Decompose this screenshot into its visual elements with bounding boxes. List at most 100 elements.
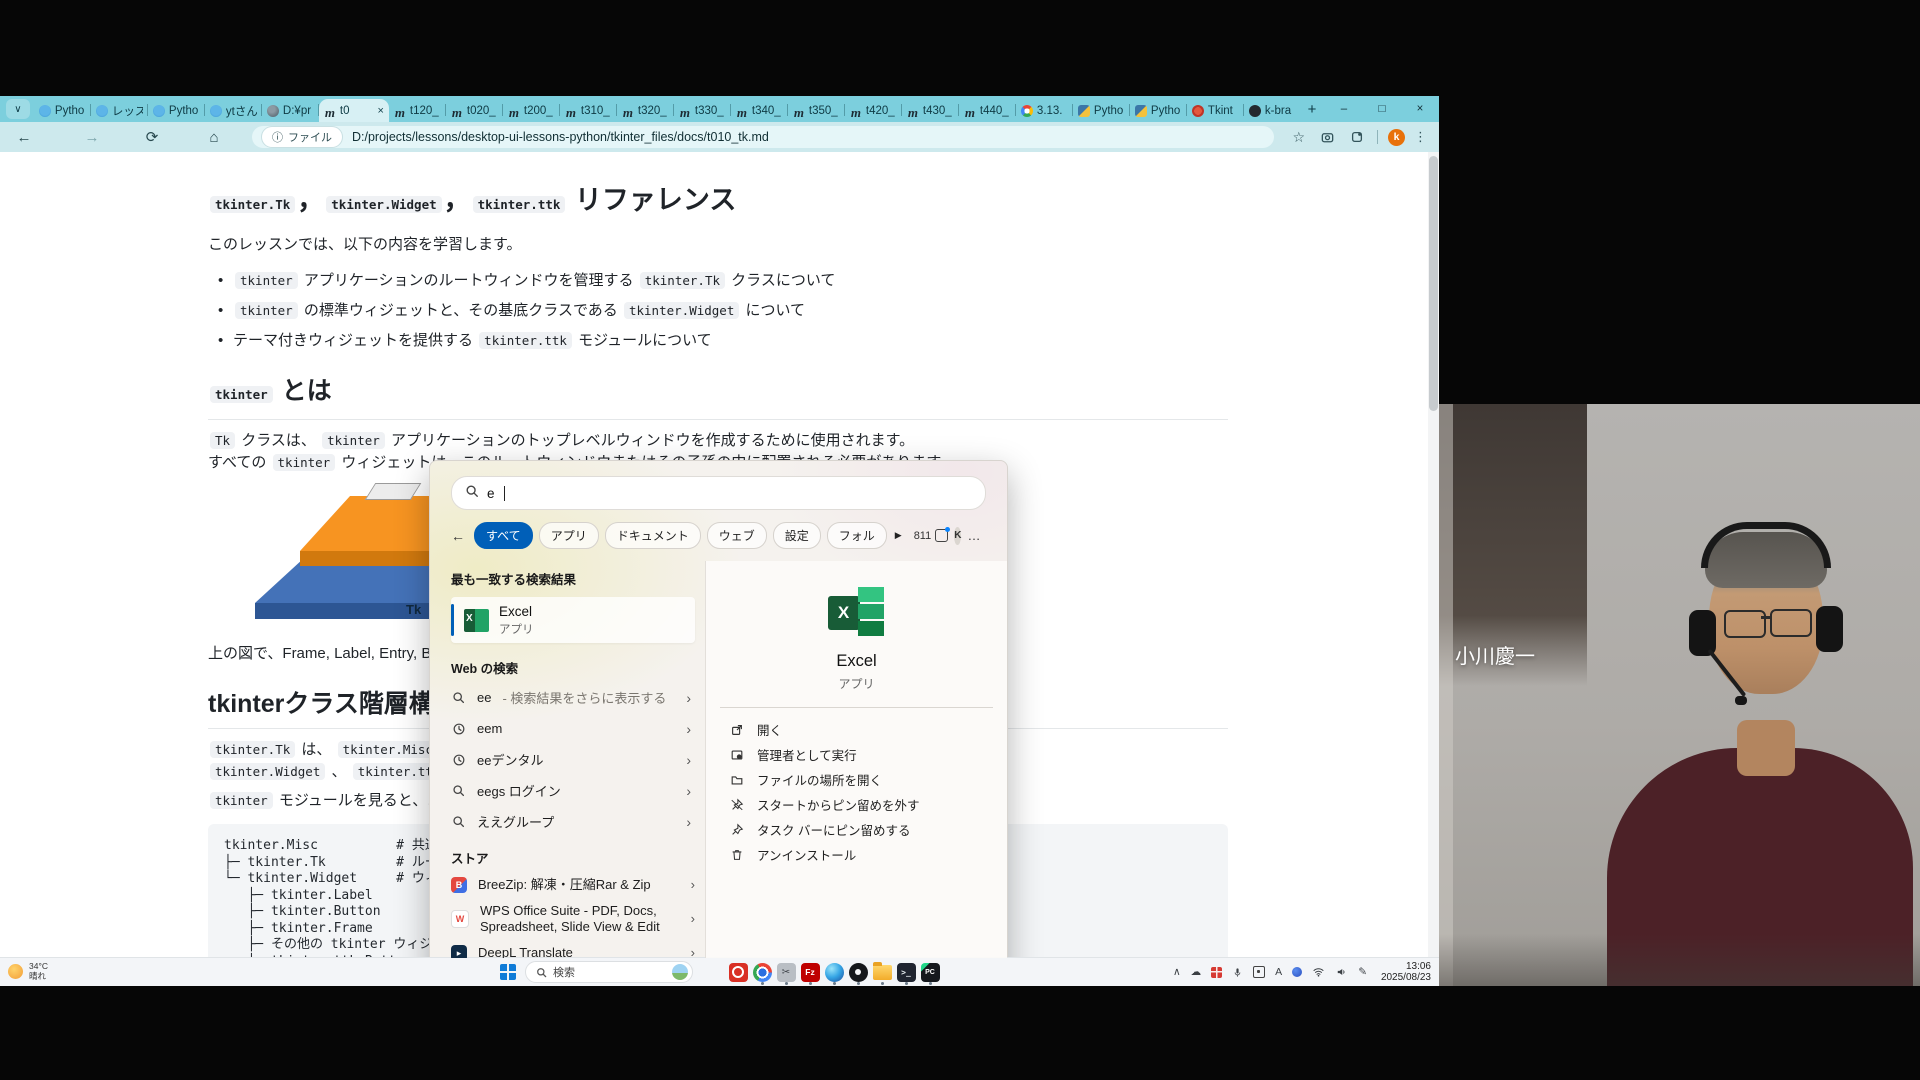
web-search-item[interactable]: ええグループ › [451,806,695,837]
store-item[interactable]: W WPS Office Suite - PDF, Docs, Spreadshe… [451,903,695,935]
filter-chip-設定[interactable]: 設定 [772,522,821,549]
browser-tab[interactable]: Pytho [1073,99,1130,122]
google-tab-icon [1020,104,1033,117]
deepl-icon: ▸ [451,945,467,958]
filters-overflow-icon[interactable]: ▶ [895,530,902,541]
browser-tab[interactable]: レッス [91,99,148,122]
forward-icon[interactable]: → [80,129,104,146]
taskbar-app-snip[interactable]: ✂ [774,958,798,986]
browser-tab[interactable]: Pytho [1130,99,1187,122]
web-search-item[interactable]: eem › [451,713,695,744]
action-folder[interactable]: ファイルの場所を開く [706,767,1007,792]
search-input[interactable]: e [451,476,986,510]
tray-ime-icon[interactable]: A [1275,966,1282,978]
store-item[interactable]: B BreeZip: 解凍・圧縮Rar & Zip › [451,877,695,893]
maximize-button[interactable]: □ [1363,96,1401,122]
action-trash[interactable]: アンインストール [706,842,1007,867]
running-indicator [856,982,860,985]
action-open[interactable]: 開く [706,717,1007,742]
tray-wifi-icon[interactable] [1312,966,1325,978]
tray-volume-icon[interactable] [1335,966,1348,978]
best-match-item[interactable]: Excel アプリ [451,597,695,643]
taskbar-app-chrome[interactable] [750,958,774,986]
browser-tab[interactable]: m t420_ [845,99,902,122]
browser-tab[interactable]: m t320_ [617,99,674,122]
scrollbar-track[interactable] [1428,152,1439,958]
filter-chip-フォル[interactable]: フォル [826,522,887,549]
browser-tab[interactable]: m t430_ [902,99,959,122]
tray-pen-icon[interactable]: ✎ [1358,966,1367,978]
filter-chip-すべて[interactable]: すべて [474,522,533,549]
taskbar-app-icons: ✂ Fz >_ PC [702,958,942,986]
running-indicator [760,982,764,985]
action-admin[interactable]: 管理者として実行 [706,742,1007,767]
browser-tab[interactable]: m t340_ [731,99,788,122]
tray-mic-icon[interactable] [1232,966,1243,979]
rewards-badge[interactable]: 811 [914,527,951,542]
taskbar-app-notion[interactable] [846,958,870,986]
close-tab-icon[interactable]: × [376,105,383,117]
browser-tab[interactable]: Pytho [34,99,91,122]
refresh-icon[interactable]: ⟳ [140,128,164,146]
browser-tab[interactable]: m t440_ [959,99,1016,122]
tray-colordot-icon[interactable] [1292,967,1303,977]
tray-chevron-up-icon[interactable]: ∧ [1173,966,1181,978]
search-more-icon[interactable]: … [967,528,981,543]
tray-pinned-icon[interactable] [1211,966,1223,978]
filter-chip-ドキュメント[interactable]: ドキュメント [604,522,701,549]
web-search-item[interactable]: ee - 検索結果をさらに表示する › [451,682,695,713]
bookmark-star-icon[interactable]: ☆ [1292,129,1305,146]
lens-camera-icon[interactable] [1320,130,1335,145]
search-back-icon[interactable]: ← [451,528,465,544]
action-pin[interactable]: タスク バーにピン留めする [706,817,1007,842]
filter-chip-アプリ[interactable]: アプリ [538,522,599,549]
bullet-item: tkinter の標準ウィジェットと、その基底クラスである tkinter.Wi… [216,300,1228,321]
browser-tab[interactable]: 3.13. [1016,99,1073,122]
browser-tab[interactable]: m t200_ [503,99,560,122]
address-bar[interactable]: ⓘ ファイル D:/projects/lessons/desktop-ui-les… [252,126,1275,148]
taskbar-app-edge[interactable] [822,958,846,986]
web-search-item[interactable]: eeデンタル › [451,744,695,775]
store-item[interactable]: ▸ DeepL Translate › [451,945,695,958]
taskbar-app-explorer[interactable] [870,958,894,986]
tray-screenclip-icon[interactable] [1253,966,1266,978]
profile-avatar[interactable]: k [1388,128,1405,146]
tray-onedrive-icon[interactable]: ☁ [1191,966,1202,978]
action-unpin[interactable]: スタートからピン留めを外す [706,792,1007,817]
taskbar-clock[interactable]: 13:06 2025/08/23 [1381,961,1431,983]
browser-tab[interactable]: m t330_ [674,99,731,122]
tab-title: t340_ [751,104,781,117]
browser-tab[interactable]: m t0 × [318,99,389,122]
action-label: スタートからピン留めを外す [757,799,920,813]
taskbar-app-terminal[interactable]: >_ [894,958,918,986]
taskbar-app-pycharm[interactable]: PC [918,958,942,986]
taskbar-app-filezilla[interactable]: Fz [798,958,822,986]
browser-tab[interactable]: Tkint [1187,99,1244,122]
filter-chip-ウェブ[interactable]: ウェブ [706,522,767,549]
account-avatar[interactable]: K [954,526,962,545]
tab-search-button[interactable]: ∨ [6,99,30,119]
new-tab-button[interactable]: + [1299,98,1325,120]
browser-tab[interactable]: m t310_ [560,99,617,122]
taskbar-app-phone-link[interactable] [702,958,726,986]
minimize-button[interactable]: – [1325,96,1363,122]
taskbar-app-app-red[interactable] [726,958,750,986]
back-icon[interactable]: ← [12,129,36,146]
browser-menu-icon[interactable]: ⋮ [1414,129,1427,145]
home-icon[interactable]: ⌂ [202,129,226,146]
web-search-item[interactable]: eegs ログイン › [451,775,695,806]
taskbar-weather-widget[interactable]: 34°C 晴れ [8,961,48,981]
url-info-chip[interactable]: ⓘ ファイル [262,127,342,147]
browser-tab[interactable]: Pytho [148,99,205,122]
browser-tab[interactable]: m t120_ [389,99,446,122]
browser-tab[interactable]: k-bra [1244,99,1297,122]
browser-tab[interactable]: m t020_ [446,99,503,122]
browser-tab[interactable]: D:¥pr [262,99,319,122]
browser-tab[interactable]: m t350_ [788,99,845,122]
browser-tab[interactable]: ytさん [205,99,262,122]
start-button-icon[interactable] [500,964,516,980]
scrollbar-thumb[interactable] [1429,156,1438,411]
extensions-icon[interactable] [1350,130,1364,144]
close-button[interactable]: × [1401,96,1439,122]
taskbar-search-box[interactable]: 検索 [525,961,693,983]
